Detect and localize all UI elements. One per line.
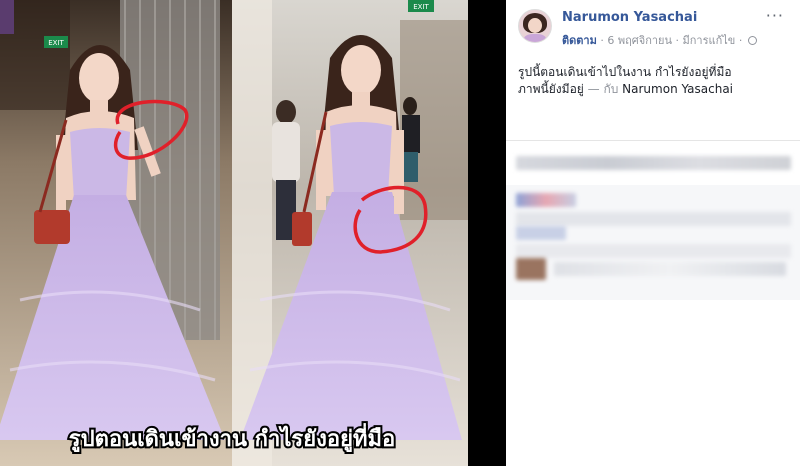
comment-text-blurred-1 (516, 212, 791, 226)
author-name[interactable]: Narumon Yasachai (562, 10, 697, 25)
edited-label[interactable]: มีการแก้ไข (683, 34, 736, 47)
reactions-bar-blurred (516, 156, 791, 170)
post-caption: รูปนี้ตอนเดินเข้าไปในงาน กำไรยังอยู่ที่ม… (518, 64, 788, 98)
meta-separator-2: · (675, 34, 680, 47)
photo-divider (468, 0, 506, 466)
meta-separator: · (600, 34, 604, 47)
svg-text:EXIT: EXIT (48, 39, 64, 47)
caption-line-2: ภาพนี้ยังมีอยู่ — กับ Narumon Yasachai (518, 81, 788, 98)
photo-illustration: EXIT EXIT รูปตอนเดินเข้างาน กำไรยังอยู่ท… (0, 0, 468, 466)
comment-text-blurred-3 (554, 262, 786, 276)
caption-line-1: รูปนี้ตอนเดินเข้าไปในงาน กำไรยังอยู่ที่ม… (518, 65, 732, 79)
globe-icon[interactable] (747, 36, 757, 45)
author-avatar[interactable] (518, 9, 552, 43)
post-sidebar: Narumon Yasachai ··· ติดตาม · 6 พฤศจิกาย… (506, 0, 800, 466)
caption-with: — กับ (587, 82, 619, 96)
tagged-user-link[interactable]: Narumon Yasachai (622, 82, 733, 96)
post-photo[interactable]: EXIT EXIT รูปตอนเดินเข้างาน กำไรยังอยู่ท… (0, 0, 468, 466)
post-meta: ติดตาม · 6 พฤศจิกายน · มีการแก้ไข · (562, 31, 757, 49)
comment-name-blurred-2 (516, 226, 566, 240)
svg-text:EXIT: EXIT (413, 3, 429, 11)
caption-text: ภาพนี้ยังมีอยู่ (518, 82, 584, 96)
meta-separator-3: · (738, 34, 743, 47)
comment-name-blurred-1 (516, 193, 576, 207)
photo-overlay-text: รูปตอนเดินเข้างาน กำไรยังอยู่ที่มือ (69, 422, 395, 453)
comment-text-blurred-2 (516, 244, 791, 258)
post-date[interactable]: 6 พฤศจิกายน (607, 34, 672, 47)
post-divider (506, 140, 800, 141)
follow-button[interactable]: ติดตาม (562, 34, 597, 47)
commenter-avatar-blurred (516, 258, 546, 280)
post-menu-button[interactable]: ··· (766, 6, 784, 25)
